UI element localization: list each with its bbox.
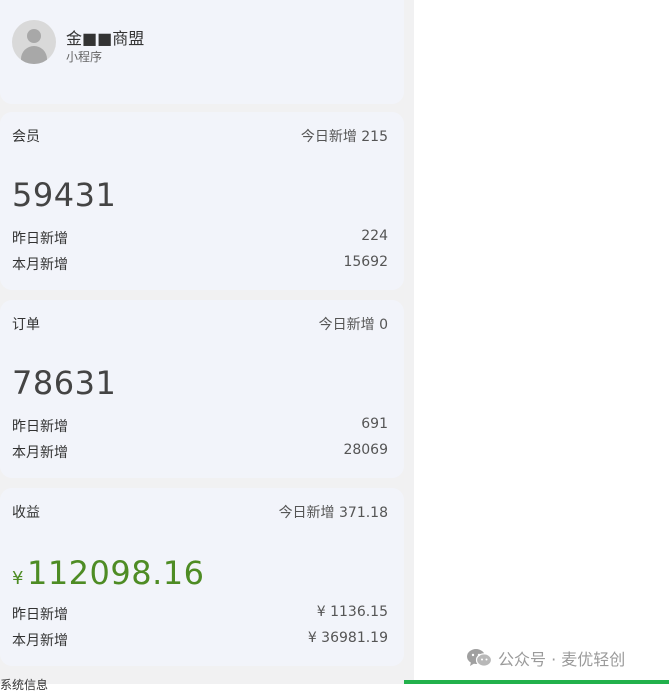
orders-yesterday-value: 691: [361, 416, 388, 432]
orders-month-value: 28069: [343, 442, 388, 458]
orders-today-new: 今日新增 0: [318, 317, 388, 333]
members-month-value: 15692: [343, 254, 388, 270]
income-total-wrap: ¥112098.16: [12, 554, 205, 592]
members-month-label: 本月新增: [12, 257, 68, 273]
income-yesterday-value: ¥ 1136.15: [316, 604, 388, 620]
members-yesterday-value: 224: [361, 228, 388, 244]
orders-total: 78631: [12, 364, 117, 402]
income-today-new: 今日新增 371.18: [278, 505, 388, 521]
app-name: 金■■商盟: [66, 29, 145, 48]
members-yesterday-label: 昨日新增: [12, 231, 68, 247]
avatar[interactable]: [12, 20, 56, 64]
app-header-card[interactable]: 金■■商盟 小程序: [0, 0, 404, 104]
wechat-icon: [467, 649, 492, 667]
orders-month-label: 本月新增: [12, 445, 68, 461]
app-type: 小程序: [66, 50, 103, 64]
income-title: 收益: [12, 505, 40, 521]
footer-partial-text: 系统信息: [0, 678, 49, 692]
income-month-label: 本月新增: [12, 633, 68, 649]
avatar-body-icon: [21, 46, 47, 64]
income-card[interactable]: 收益 今日新增 371.18 ¥112098.16 昨日新增 ¥ 1136.15…: [0, 488, 404, 666]
orders-title: 订单: [12, 317, 40, 333]
members-today-new: 今日新增 215: [300, 129, 388, 145]
income-total: 112098.16: [26, 554, 205, 592]
phone-screen: 金■■商盟 小程序 会员 今日新增 215 59431 昨日新增 224 本月新…: [0, 0, 414, 692]
income-month-value: ¥ 36981.19: [307, 630, 388, 646]
watermark: 公众号 · 麦优轻创: [466, 646, 625, 670]
currency-symbol: ¥: [12, 568, 24, 589]
income-yesterday-label: 昨日新增: [12, 607, 68, 623]
members-title: 会员: [12, 129, 40, 145]
watermark-text: 公众号 · 麦优轻创: [498, 650, 626, 669]
avatar-head-icon: [27, 29, 41, 43]
orders-card[interactable]: 订单 今日新增 0 78631 昨日新增 691 本月新增 28069: [0, 300, 404, 478]
green-accent-bar: [404, 680, 669, 684]
orders-yesterday-label: 昨日新增: [12, 419, 68, 435]
members-card[interactable]: 会员 今日新增 215 59431 昨日新增 224 本月新增 15692: [0, 112, 404, 290]
members-total: 59431: [12, 176, 117, 214]
